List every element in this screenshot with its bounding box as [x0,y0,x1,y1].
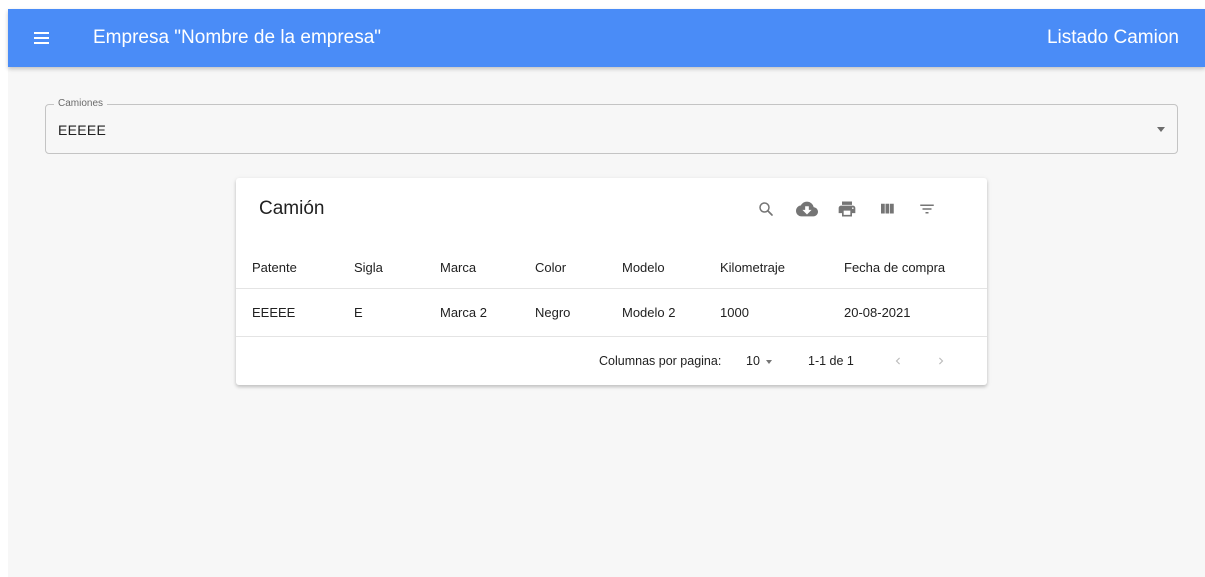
camiones-select-label: Camiones [54,98,108,110]
pagination-range: 1-1 de 1 [808,354,854,368]
cell-color: Negro [535,304,571,320]
menu-icon[interactable] [28,25,54,51]
rows-per-page-value: 10 [746,354,760,368]
app-bar: Empresa "Nombre de la empresa" Listado C… [8,9,1205,67]
search-icon[interactable] [751,194,781,224]
column-header-color[interactable]: Color [535,248,566,288]
table-row[interactable]: EEEEE E Marca 2 Negro Modelo 2 1000 20-0… [236,289,987,337]
chevron-left-icon [895,357,900,365]
company-title: Empresa "Nombre de la empresa" [93,27,382,48]
next-page-button[interactable] [926,346,956,376]
cloud-download-icon[interactable] [792,194,822,224]
column-header-fecha-de-compra[interactable]: Fecha de compra [844,248,945,288]
table-header-row: Patente Sigla Marca Color Modelo Kilomet… [236,248,987,289]
arrow-drop-down-icon[interactable] [1157,127,1165,132]
cell-marca: Marca 2 [440,304,487,320]
page-heading: Listado Camion [1046,27,1179,48]
camiones-select[interactable]: Camiones EEEEE [45,98,1178,154]
column-header-modelo[interactable]: Modelo [622,248,665,288]
camiones-select-value: EEEEE [58,122,107,138]
table-pagination: Columnas por pagina: 10 1-1 de 1 [236,337,987,385]
filter-list-icon[interactable] [912,194,942,224]
column-header-sigla[interactable]: Sigla [354,248,383,288]
rows-per-page-label: Columnas por pagina: [599,354,722,368]
arrow-drop-down-icon [765,360,772,364]
rows-per-page-select[interactable]: 10 [746,337,772,385]
cell-modelo: Modelo 2 [622,304,676,320]
view-column-icon[interactable] [872,194,902,224]
cell-fecha-de-compra: 20-08-2021 [844,304,911,320]
column-header-marca[interactable]: Marca [440,248,476,288]
chevron-right-icon [939,357,944,365]
previous-page-button[interactable] [883,346,913,376]
print-icon[interactable] [832,194,862,224]
cell-patente: EEEEE [252,304,296,320]
cell-kilometraje: 1000 [720,304,749,320]
table-title: Camión [259,198,325,219]
cell-sigla: E [354,304,363,320]
column-header-kilometraje[interactable]: Kilometraje [720,248,785,288]
column-header-patente[interactable]: Patente [252,248,297,288]
page-background: Empresa "Nombre de la empresa" Listado C… [8,9,1205,577]
trucks-table-card: Camión Patente Sigla Marca Color Modelo … [236,178,987,385]
